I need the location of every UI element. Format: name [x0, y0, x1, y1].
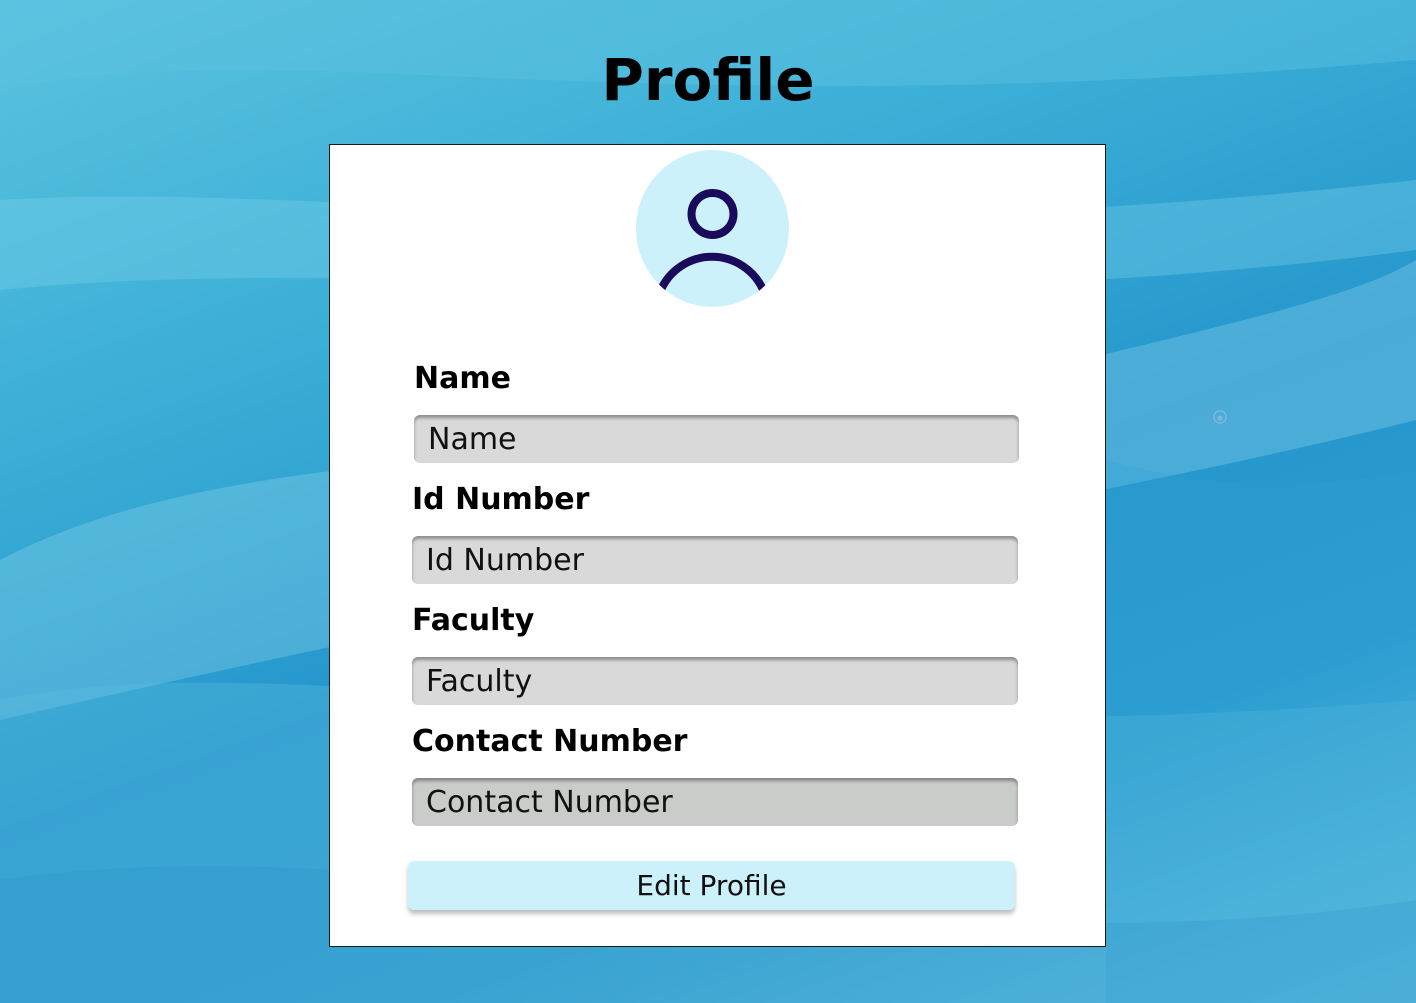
faculty-input[interactable] [412, 657, 1018, 705]
profile-card: Name Id Number Faculty Contact Number Ed… [329, 144, 1106, 947]
id-number-input[interactable] [412, 536, 1018, 584]
user-icon [656, 189, 768, 294]
cursor-indicator-icon [1213, 410, 1227, 424]
name-label: Name [414, 361, 511, 396]
avatar [636, 150, 789, 307]
contact-number-label: Contact Number [412, 724, 688, 759]
contact-number-input[interactable] [412, 778, 1018, 826]
edit-profile-button[interactable]: Edit Profile [408, 861, 1015, 910]
page-title: Profile [601, 46, 815, 114]
faculty-label: Faculty [412, 603, 535, 638]
id-number-label: Id Number [412, 482, 590, 517]
name-input[interactable] [414, 415, 1019, 463]
